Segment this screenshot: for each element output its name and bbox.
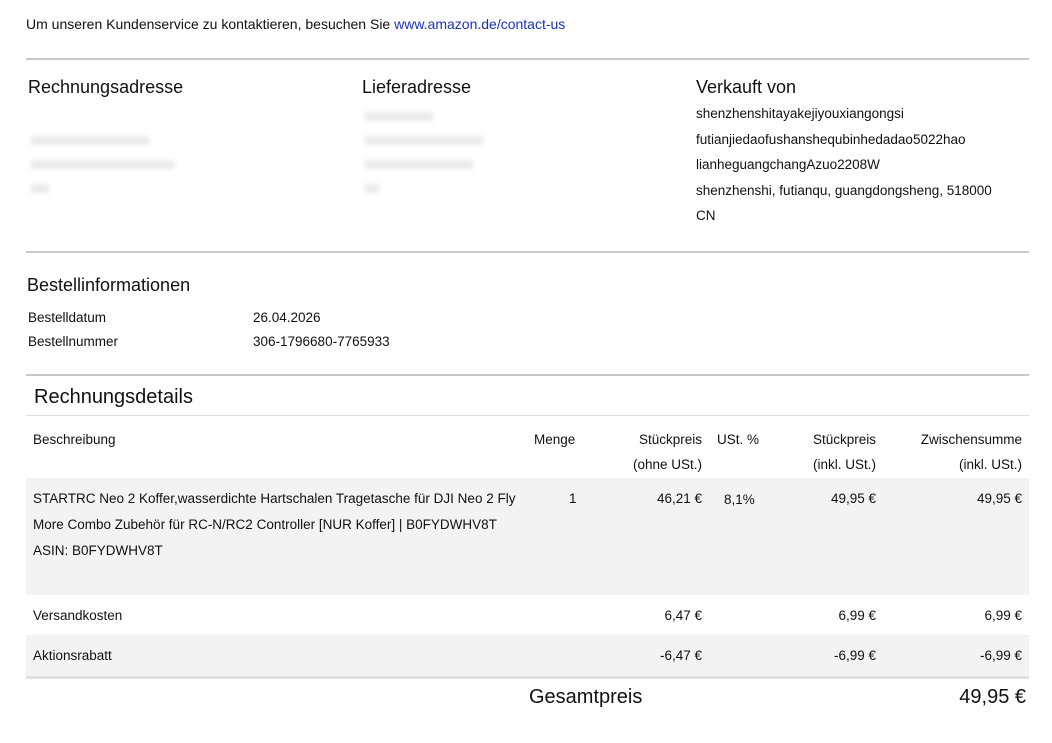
seller-address: shenzhenshitayakejiyouxiangongsi futianj… — [696, 101, 992, 229]
total-label: Gesamtpreis — [529, 686, 643, 708]
billing-address-title: Rechnungsadresse — [28, 77, 184, 97]
item-unit-price-net: 46,21 € — [656, 491, 702, 506]
item-quantity: 1 — [569, 491, 577, 506]
seller-address-line: futianjiedaofushanshequbinhedadao5022hao — [696, 131, 966, 147]
shipping-unit-price-net: 6,47 € — [664, 608, 702, 623]
shipping-subtotal: 6,99 € — [984, 608, 1022, 623]
customer-service-note: Um unseren Kundenservice zu kontaktieren… — [26, 16, 565, 32]
total-value: 49,95 € — [959, 686, 1026, 708]
redacted-billing-line — [30, 160, 175, 169]
redacted-shipping-line — [364, 112, 434, 121]
seller-address-line: CN — [696, 208, 716, 223]
invoice-details-title: Rechnungsdetails — [34, 386, 193, 408]
header-unit-price-net: Stückpreis (ohne USt.) — [602, 427, 702, 477]
contact-us-link[interactable]: www.amazon.de/contact-us — [394, 16, 565, 32]
customer-service-text: Um unseren Kundenservice zu kontaktieren… — [26, 16, 395, 32]
item-description: STARTRC Neo 2 Koffer,wasserdichte Hartsc… — [33, 491, 516, 532]
divider — [26, 415, 1029, 416]
shipping-label: Versandkosten — [33, 608, 123, 623]
seller-address-line: shenzhenshi, futianqu, guangdongsheng, 5… — [696, 182, 992, 198]
order-info-title: Bestellinformationen — [27, 275, 191, 295]
header-subtotal-line2: (inkl. USt.) — [958, 457, 1022, 472]
discount-unit-price-gross: -6,99 € — [833, 648, 876, 663]
header-description: Beschreibung — [33, 432, 116, 447]
header-unit-price-gross-line1: Stückpreis — [812, 432, 876, 447]
divider — [26, 251, 1029, 253]
header-subtotal-line1: Zwischensumme — [920, 432, 1022, 447]
table-row-discount-bg — [26, 635, 1029, 676]
seller-address-line: shenzhenshitayakejiyouxiangongsi — [696, 106, 904, 121]
order-date-value: 26.04.2026 — [253, 310, 321, 325]
header-unit-price-net-line2: (ohne USt.) — [632, 457, 702, 472]
redacted-shipping-line — [364, 184, 380, 193]
header-vat: USt. % — [717, 432, 760, 447]
header-quantity: Menge — [534, 432, 576, 447]
discount-unit-price-net: -6,47 € — [659, 648, 702, 663]
order-date-label: Bestelldatum — [28, 310, 107, 325]
discount-label: Aktionsrabatt — [33, 648, 112, 663]
header-subtotal: Zwischensumme (inkl. USt.) — [892, 427, 1022, 477]
divider — [26, 374, 1029, 376]
shipping-unit-price-gross: 6,99 € — [838, 608, 876, 623]
header-unit-price-gross: Stückpreis (inkl. USt.) — [776, 427, 876, 477]
shipping-address-title: Lieferadresse — [362, 77, 472, 97]
header-unit-price-gross-line2: (inkl. USt.) — [812, 457, 876, 472]
table-row-item: STARTRC Neo 2 Koffer,wasserdichte Hartsc… — [33, 486, 523, 564]
redacted-billing-line — [30, 184, 50, 193]
divider — [26, 676, 1029, 679]
divider — [26, 58, 1029, 60]
order-number-value: 306-1796680-7765933 — [253, 334, 390, 349]
item-subtotal: 49,95 € — [976, 491, 1022, 506]
item-asin: ASIN: B0FYDWHV8T — [33, 543, 163, 558]
redacted-shipping-line — [364, 160, 474, 169]
order-number-label: Bestellnummer — [28, 334, 119, 349]
header-unit-price-net-line1: Stückpreis — [638, 432, 702, 447]
seller-address-line: lianheguangchangAzuo2208W — [696, 157, 880, 172]
redacted-shipping-line — [364, 136, 484, 145]
redacted-billing-line — [30, 136, 150, 145]
item-unit-price-gross: 49,95 € — [830, 491, 876, 506]
item-vat: 8,1% — [724, 492, 755, 507]
discount-subtotal: -6,99 € — [979, 648, 1022, 663]
seller-title: Verkauft von — [696, 77, 797, 97]
